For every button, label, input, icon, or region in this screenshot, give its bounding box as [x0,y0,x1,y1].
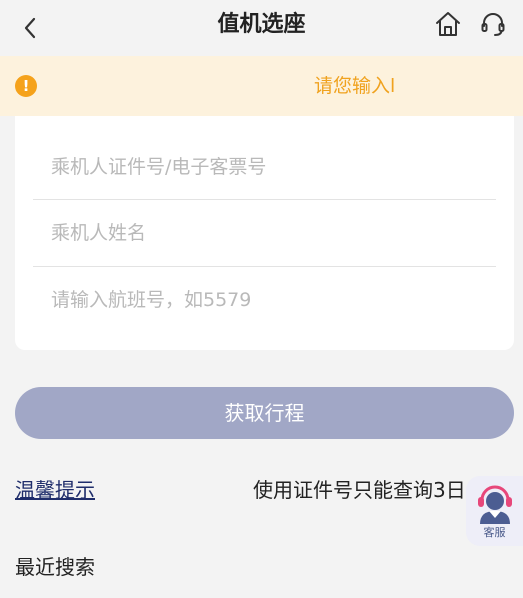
notice-message: 请您输入l [314,75,396,97]
customer-service-button[interactable] [478,9,508,39]
flight-number-input[interactable] [33,289,496,311]
headset-icon [481,13,505,36]
warning-icon: ! [15,75,37,97]
recent-searches-title: 最近搜索 [15,555,95,579]
checkin-form-card [15,116,514,350]
get-itinerary-button[interactable]: 获取行程 [15,387,514,439]
notice-bar: ! 请您输入l [0,56,523,116]
home-icon [436,12,460,36]
flight-number-field-wrapper [33,267,496,333]
top-nav-bar: 值机选座 [0,0,523,56]
customer-service-label: 客服 [483,526,506,539]
passenger-name-field-wrapper [33,200,496,266]
passenger-name-input[interactable] [33,222,496,244]
tips-link[interactable]: 温馨提示 [15,476,95,504]
floating-customer-service-button[interactable]: 客服 [466,476,523,546]
tips-text: 使用证件号只能查询3日 [253,478,466,502]
id-number-field-wrapper [33,134,496,200]
home-button[interactable] [433,9,463,39]
id-number-input[interactable] [33,156,496,178]
agent-avatar-icon [478,485,512,524]
